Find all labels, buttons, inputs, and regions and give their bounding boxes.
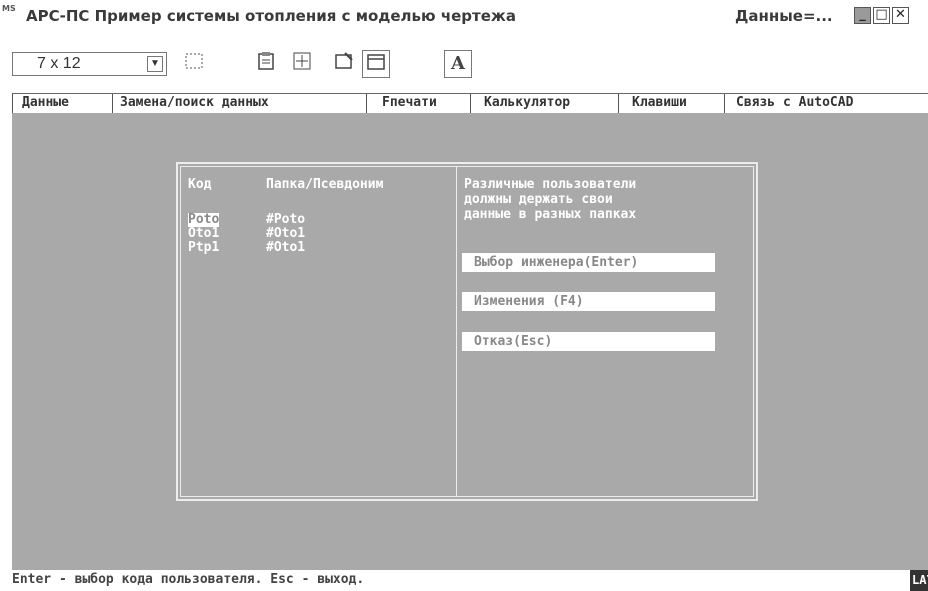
select-engineer-button[interactable]: Выбор инженера(Enter) [462,253,715,272]
status-bar: Enter - выбор кода пользователя. Esc - в… [12,570,928,591]
folder-column-header: Папка/Псевдоним [266,177,384,192]
info-text-line: должны держать свои [464,192,613,207]
fullscreen-icon[interactable] [288,50,316,78]
font-size-value: 7 x 12 [37,55,81,72]
info-text-line: Различные пользователи [464,177,637,192]
properties-icon[interactable] [330,50,358,78]
paste-icon[interactable] [252,50,280,78]
menu-separator [618,94,619,114]
menu-bar: Данные Замена/поиск данных Fпечати Кальк… [12,93,928,115]
font-size-select[interactable]: 7 x 12 ▼ [12,52,167,76]
menu-separator [724,94,725,114]
cancel-button[interactable]: Отказ(Esc) [462,332,715,351]
row-folder: #Poto [266,212,306,227]
status-text: Enter - выбор кода пользователя. Esc - в… [12,572,365,587]
menu-item-replace-search[interactable]: Замена/поиск данных [120,95,269,110]
menu-item-data[interactable]: Данные [22,95,69,110]
window-title-right: Данные=... [735,7,833,25]
chevron-down-icon[interactable]: ▼ [147,56,163,72]
row-code: Ptp1 [188,240,220,255]
row-folder: #Oto1 [266,226,306,241]
close-button[interactable]: ✕ [892,7,909,24]
window-title: АРС-ПС Пример системы отопления с модель… [26,7,516,25]
menu-item-calculator[interactable]: Калькулятор [484,95,570,110]
menu-separator [112,94,113,114]
maximize-button[interactable]: □ [873,7,890,24]
row-code: Oto1 [188,226,220,241]
row-code: Poto [188,212,220,227]
code-column-header: Код [188,177,212,192]
menu-item-print[interactable]: Fпечати [382,95,437,110]
keyboard-layout-indicator: LAT [910,570,928,591]
menu-separator [366,94,367,114]
info-text-line: данные в разных папках [464,207,637,222]
minimize-button[interactable]: _ [854,7,871,24]
menu-item-keys[interactable]: Клавиши [632,95,687,110]
menu-separator [12,94,13,114]
menu-item-autocad[interactable]: Связь с AutoCAD [736,95,853,110]
title-bar: MS АРС-ПС Пример системы отопления с мод… [0,0,928,32]
background-icon[interactable] [362,50,390,78]
changes-button[interactable]: Изменения (F4) [462,292,715,311]
row-folder: #Oto1 [266,240,306,255]
menu-separator [470,94,471,114]
font-icon[interactable]: A [444,50,472,78]
dialog-divider [456,166,457,497]
app-icon[interactable]: MS [2,4,22,26]
mark-icon[interactable] [180,50,208,78]
